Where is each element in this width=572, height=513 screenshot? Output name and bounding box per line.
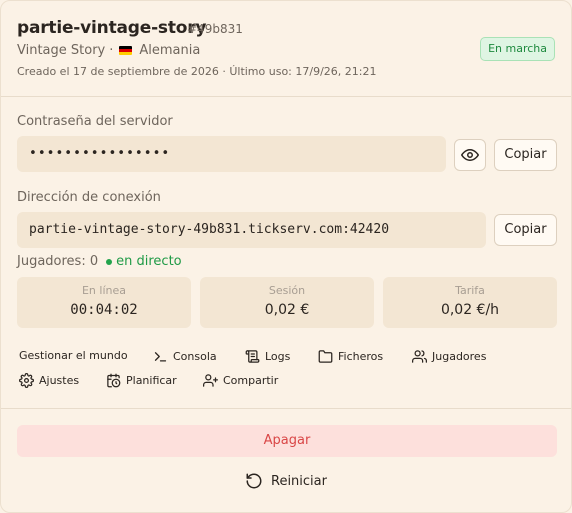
- server-meta: Creado el 17 de septiembre de 2026 · Últ…: [17, 65, 377, 78]
- files-label: Ficheros: [338, 350, 384, 363]
- manage-world-button[interactable]: Gestionar el mundo: [19, 349, 128, 362]
- server-name: partie-vintage-story: [17, 18, 207, 38]
- germany-flag-icon: [119, 46, 133, 55]
- players-label: Jugadores: [432, 350, 487, 363]
- live-label: en directo: [116, 254, 182, 269]
- live-indicator: en directo: [106, 254, 182, 269]
- folder-icon: [318, 350, 333, 363]
- players-row: Jugadores: 0 en directo: [17, 254, 182, 269]
- server-header: partie-vintage-story #49b831 Vintage Sto…: [1, 1, 571, 97]
- logs-button[interactable]: Logs: [245, 349, 290, 364]
- reveal-password-button[interactable]: [454, 139, 486, 171]
- subtitle-separator: ·: [109, 43, 114, 58]
- copy-address-button[interactable]: Copiar: [494, 214, 557, 246]
- restart-label: Reiniciar: [271, 473, 327, 489]
- restart-button[interactable]: Reiniciar: [1, 469, 571, 493]
- stat-rate: Tarifa 0,02 €/h: [383, 277, 557, 328]
- logs-icon: [245, 350, 260, 363]
- players-button[interactable]: Jugadores: [412, 349, 486, 364]
- console-label: Consola: [173, 350, 217, 363]
- stat-rate-value: 0,02 €/h: [440, 302, 500, 318]
- server-id-tag: #49b831: [187, 22, 243, 36]
- schedule-label: Planificar: [126, 374, 177, 387]
- stat-online: En línea 00:04:02: [17, 277, 191, 328]
- terminal-icon: [154, 352, 167, 362]
- settings-button[interactable]: Ajustes: [19, 373, 79, 388]
- stop-server-button[interactable]: Apagar: [17, 425, 557, 457]
- eye-icon: [461, 149, 479, 161]
- share-label: Compartir: [223, 374, 279, 387]
- gear-icon: [19, 373, 34, 388]
- password-label: Contraseña del servidor: [17, 114, 173, 129]
- stat-rate-label: Tarifa: [455, 284, 485, 297]
- game-name: Vintage Story: [17, 43, 106, 58]
- stat-online-label: En línea: [81, 284, 126, 297]
- stat-session-value: 0,02 €: [264, 302, 310, 318]
- footer-divider: [1, 408, 571, 409]
- console-button[interactable]: Consola: [153, 349, 217, 364]
- status-badge: En marcha: [480, 37, 555, 61]
- manage-world-label: Gestionar el mundo: [19, 349, 128, 362]
- players-count: Jugadores: 0: [17, 254, 99, 269]
- server-country: Alemania: [139, 43, 201, 58]
- users-icon: [412, 350, 427, 363]
- server-card: partie-vintage-story #49b831 Vintage Sto…: [0, 0, 572, 513]
- schedule-button[interactable]: Planificar: [106, 373, 177, 388]
- copy-password-button[interactable]: Copiar: [494, 139, 557, 171]
- user-plus-icon: [203, 374, 218, 387]
- stat-session-label: Sesión: [268, 284, 306, 297]
- share-button[interactable]: Compartir: [203, 373, 278, 388]
- stat-online-value: 00:04:02: [70, 302, 138, 318]
- live-dot-icon: [106, 258, 113, 265]
- server-subtitle: Vintage Story · Alemania: [17, 43, 200, 58]
- address-label: Dirección de conexión: [17, 190, 161, 205]
- rotate-ccw-icon: [246, 473, 262, 489]
- files-button[interactable]: Ficheros: [318, 349, 383, 364]
- address-field[interactable]: partie-vintage-story-49b831.tickserv.com…: [17, 212, 486, 248]
- password-field[interactable]: ••••••••••••••••: [17, 136, 446, 172]
- calendar-clock-icon: [107, 373, 121, 388]
- stat-session: Sesión 0,02 €: [200, 277, 374, 328]
- settings-label: Ajustes: [39, 374, 80, 387]
- logs-label: Logs: [265, 350, 291, 363]
